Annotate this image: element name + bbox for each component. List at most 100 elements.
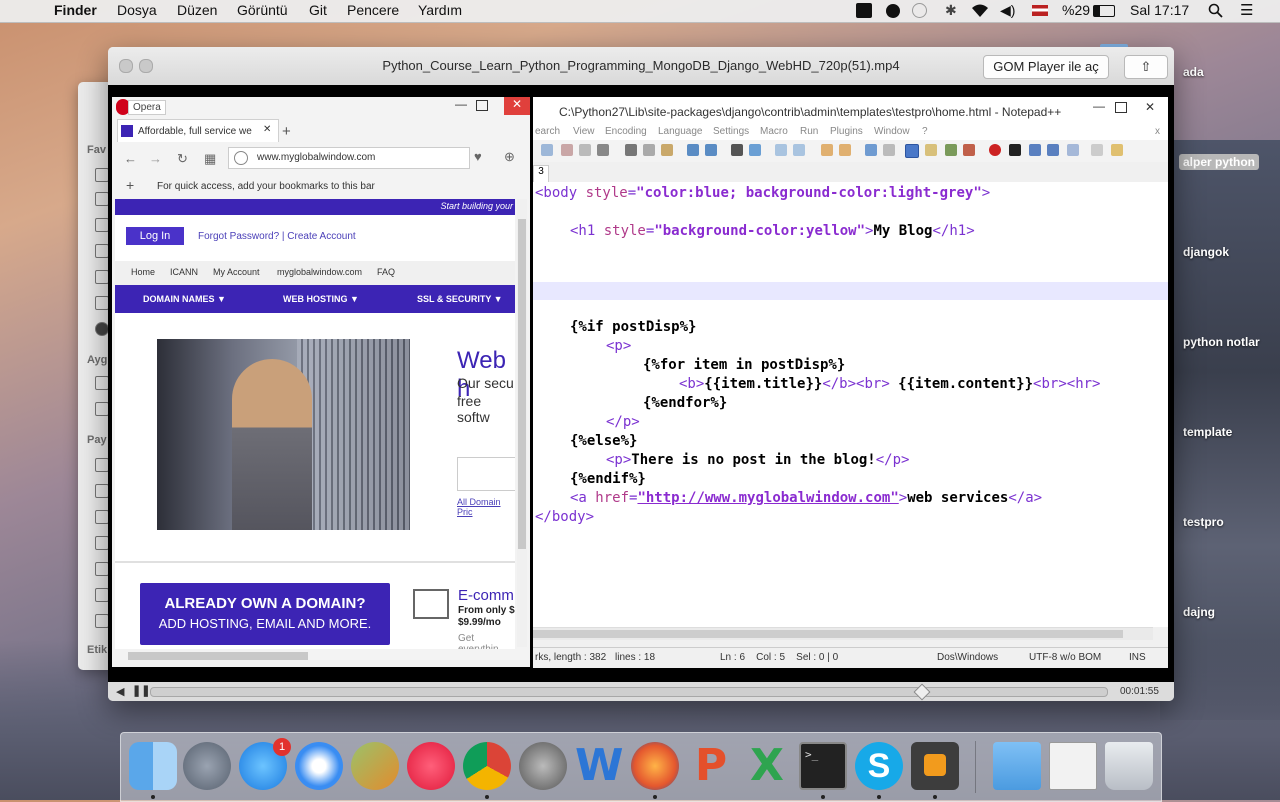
- record-macro-icon[interactable]: [989, 144, 1001, 156]
- notepad-minimize-button[interactable]: —: [1093, 99, 1105, 113]
- reload-icon[interactable]: ↻: [177, 151, 188, 167]
- opera-minimize-button[interactable]: —: [455, 97, 467, 111]
- toolbar-icon[interactable]: [541, 144, 553, 156]
- finder-item-icon[interactable]: [95, 484, 109, 498]
- domain-search-input[interactable]: [457, 457, 515, 491]
- wrap-icon[interactable]: [865, 144, 877, 156]
- desktop-item-djangok[interactable]: djangok: [1183, 245, 1229, 259]
- undo-icon[interactable]: [687, 144, 699, 156]
- editor-hscrollbar-thumb[interactable]: [533, 630, 1123, 638]
- redo-icon[interactable]: [705, 144, 717, 156]
- toolbar-icon[interactable]: [945, 144, 957, 156]
- download-icon[interactable]: ⊕: [504, 149, 515, 165]
- opera-tab[interactable]: Affordable, full service we ✕: [117, 119, 279, 142]
- menu-language[interactable]: Language: [658, 126, 703, 137]
- zoom-out-icon[interactable]: [793, 144, 805, 156]
- code-editor[interactable]: <body style="color:blue; background-colo…: [533, 182, 1168, 627]
- finder-item-icon[interactable]: [95, 510, 109, 524]
- finder-item-icon[interactable]: [95, 168, 109, 182]
- link-faq[interactable]: FAQ: [377, 267, 395, 277]
- menu-search[interactable]: earch: [535, 126, 560, 137]
- speed-dial-icon[interactable]: ▦: [204, 151, 216, 167]
- time-machine-icon[interactable]: [912, 3, 927, 18]
- horizontal-scrollbar[interactable]: [128, 652, 308, 660]
- cut-icon[interactable]: [625, 144, 637, 156]
- preview-icon[interactable]: [1049, 742, 1097, 790]
- menu-help[interactable]: ?: [922, 126, 928, 137]
- wifi-icon[interactable]: [970, 3, 990, 21]
- new-tab-button[interactable]: +: [282, 123, 291, 140]
- toolbar-icon[interactable]: [839, 144, 851, 156]
- finder-item-icon[interactable]: [95, 376, 109, 390]
- finder-item-icon[interactable]: [95, 402, 109, 416]
- desktop-item-dajng[interactable]: dajng: [1183, 605, 1215, 619]
- share-button[interactable]: ⇧: [1124, 55, 1168, 79]
- menu-run[interactable]: Run: [800, 126, 818, 137]
- skype-icon[interactable]: S: [855, 742, 903, 790]
- play-macro-icon[interactable]: [1029, 144, 1041, 156]
- editor-hscrollbar[interactable]: [533, 627, 1153, 640]
- notification-center-icon[interactable]: ☰: [1240, 1, 1253, 19]
- excel-icon[interactable]: X: [743, 742, 791, 790]
- folder-icon[interactable]: [993, 742, 1041, 790]
- seek-handle[interactable]: [913, 683, 931, 701]
- bookmark-heart-icon[interactable]: ♥: [474, 149, 482, 164]
- toolbar-icon[interactable]: [963, 144, 975, 156]
- finder-item-icon[interactable]: [95, 192, 109, 206]
- menu-go[interactable]: Git: [309, 2, 327, 18]
- finder-item-icon[interactable]: [95, 562, 109, 576]
- finder-item-icon[interactable]: [95, 218, 109, 232]
- account-links[interactable]: Forgot Password? | Create Account: [198, 231, 356, 242]
- link-icann[interactable]: ICANN: [170, 267, 198, 277]
- menu-close-doc-icon[interactable]: x: [1155, 126, 1160, 137]
- print-icon[interactable]: [597, 144, 609, 156]
- finder-item-icon[interactable]: [95, 296, 109, 310]
- opera-maximize-button[interactable]: [476, 100, 488, 111]
- powerpoint-icon[interactable]: P: [687, 742, 735, 790]
- cta-banner[interactable]: ALREADY OWN A DOMAIN? ADD HOSTING, EMAIL…: [140, 583, 390, 645]
- desktop-item-python-notlar[interactable]: python notlar: [1183, 335, 1260, 349]
- desktop-item-ada[interactable]: ada: [1183, 65, 1204, 79]
- menu-window[interactable]: Pencere: [347, 2, 399, 18]
- nav-domain-names[interactable]: DOMAIN NAMES ▼: [143, 294, 226, 304]
- doc-tab[interactable]: 3: [533, 165, 549, 183]
- open-with-gom-button[interactable]: GOM Player ile aç: [983, 55, 1109, 79]
- firefox-icon[interactable]: [631, 742, 679, 790]
- volume-icon[interactable]: ◀: [116, 685, 124, 698]
- desktop-item-testpro[interactable]: testpro: [1183, 515, 1224, 529]
- input-flag-icon[interactable]: [1032, 5, 1048, 16]
- finder-item-icon[interactable]: [95, 588, 109, 602]
- status-circle-icon[interactable]: [886, 4, 900, 18]
- finder-icon[interactable]: [129, 742, 177, 790]
- safari-icon[interactable]: [295, 742, 343, 790]
- volume-icon[interactable]: ◀): [1000, 2, 1015, 19]
- menu-help[interactable]: Yardım: [418, 2, 462, 18]
- link-domain[interactable]: myglobalwindow.com: [277, 267, 362, 277]
- nav-ssl-security[interactable]: SSL & SECURITY ▼: [417, 294, 503, 304]
- domain-pricing-link[interactable]: All Domain Pric: [457, 497, 515, 517]
- copy-icon[interactable]: [643, 144, 655, 156]
- spotlight-icon[interactable]: [1208, 3, 1224, 22]
- run-macro-icon[interactable]: [1047, 144, 1059, 156]
- finder-item-icon[interactable]: [95, 614, 109, 628]
- nav-web-hosting[interactable]: WEB HOSTING ▼: [283, 294, 359, 304]
- menu-file[interactable]: Dosya: [117, 2, 157, 18]
- sublime-icon[interactable]: [911, 742, 959, 790]
- save-macro-icon[interactable]: [1067, 144, 1079, 156]
- bluetooth-icon[interactable]: ✱: [945, 2, 957, 19]
- menu-app-name[interactable]: Finder: [54, 2, 97, 18]
- address-bar[interactable]: www.myglobalwindow.com: [228, 147, 470, 169]
- find-icon[interactable]: [731, 144, 743, 156]
- menu-plugins[interactable]: Plugins: [830, 126, 863, 137]
- finder-item-icon[interactable]: [95, 322, 109, 336]
- replace-icon[interactable]: [749, 144, 761, 156]
- add-bookmark-icon[interactable]: +: [126, 177, 134, 193]
- notepad-maximize-button[interactable]: [1115, 102, 1127, 113]
- stop-macro-icon[interactable]: [1009, 144, 1021, 156]
- finder-item-icon[interactable]: [95, 244, 109, 258]
- login-button[interactable]: Log In: [126, 227, 184, 245]
- menu-macro[interactable]: Macro: [760, 126, 788, 137]
- battery-icon[interactable]: [1093, 5, 1115, 17]
- toolbar-icon[interactable]: [561, 144, 573, 156]
- seek-bar[interactable]: [150, 683, 1108, 701]
